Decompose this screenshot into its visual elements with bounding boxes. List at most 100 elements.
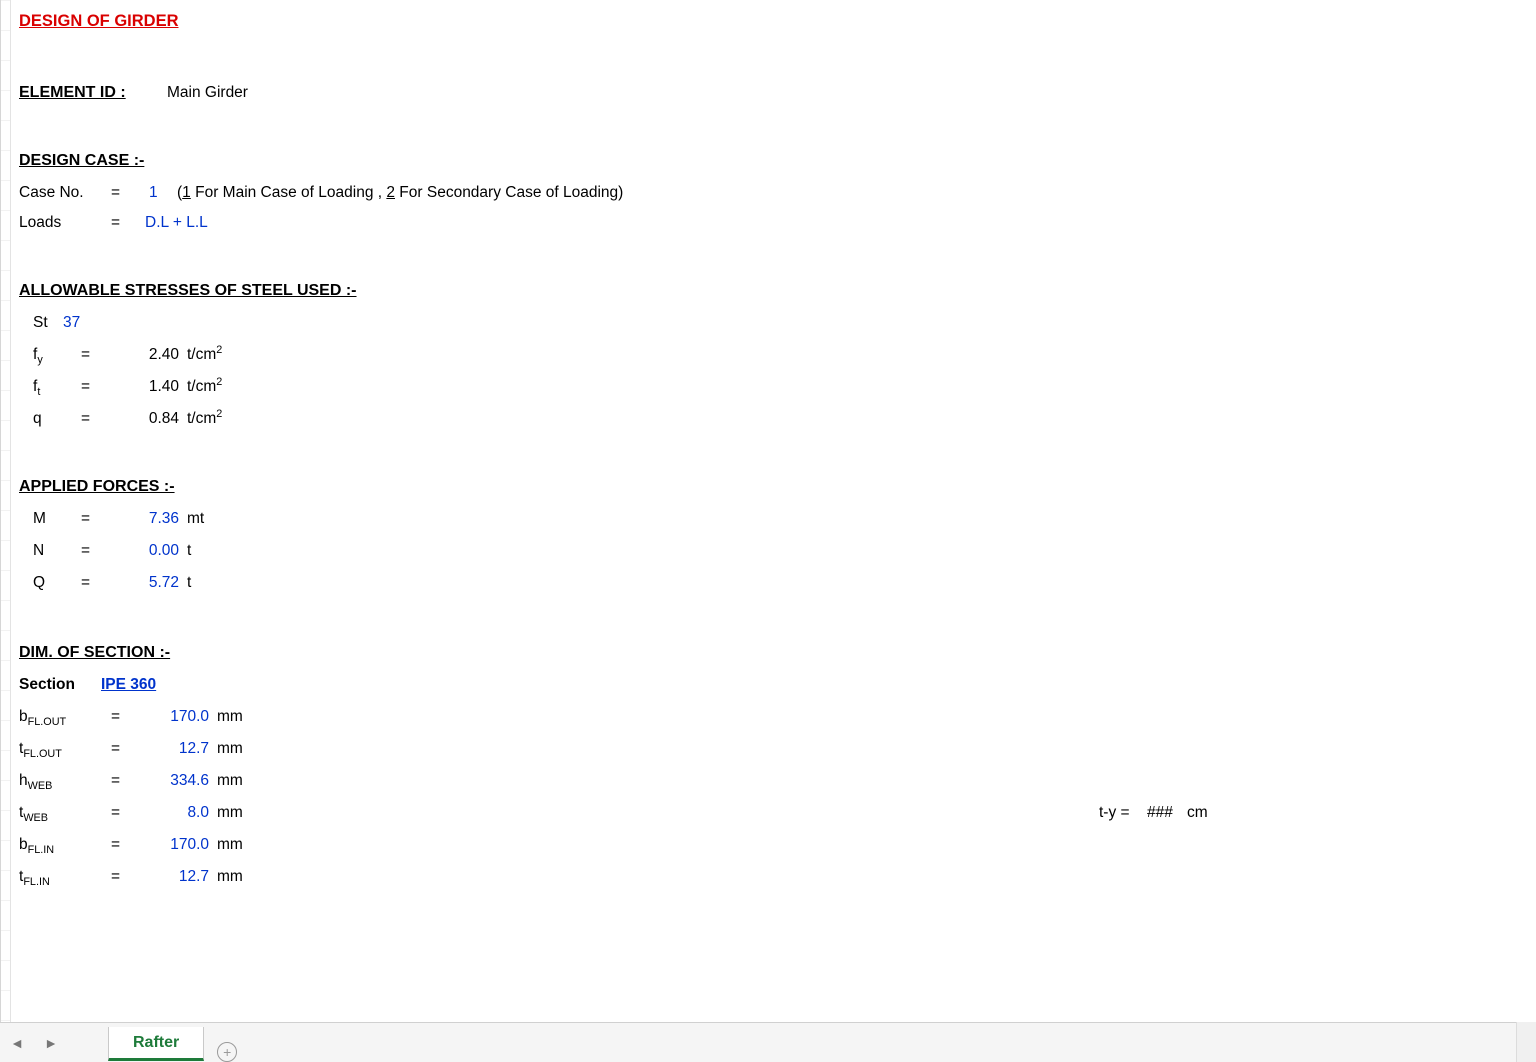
fy-val: 2.40 bbox=[129, 340, 179, 369]
ty-unit: cm bbox=[1187, 798, 1208, 827]
eq: = bbox=[111, 862, 120, 891]
eq: = bbox=[81, 404, 90, 433]
ft-sub: t bbox=[37, 386, 40, 398]
q-val: 0.84 bbox=[129, 404, 179, 433]
case-note-end: For Secondary Case of Loading) bbox=[395, 184, 623, 201]
lbl: b bbox=[19, 836, 28, 853]
h-web-sym: hWEB bbox=[19, 766, 52, 797]
q-unit-sup: 2 bbox=[216, 408, 222, 420]
element-id-value: Main Girder bbox=[167, 78, 248, 107]
M-sym: M bbox=[33, 504, 46, 533]
t-fl-in-unit: mm bbox=[217, 862, 243, 891]
lbl: h bbox=[19, 772, 28, 789]
section-label: Section bbox=[19, 670, 75, 699]
row-guides bbox=[1, 0, 11, 1022]
loads-label: Loads bbox=[19, 208, 61, 237]
ft-unit: t/cm2 bbox=[187, 372, 222, 402]
h-web-val: 334.6 bbox=[149, 766, 209, 795]
case-note-1: 1 bbox=[182, 184, 191, 201]
lbl: b bbox=[19, 708, 28, 725]
ty-label: t-y = bbox=[1099, 798, 1130, 827]
eq: = bbox=[111, 830, 120, 859]
sheet-content: DESIGN OF GIRDER ELEMENT ID : Main Girde… bbox=[19, 6, 1536, 1022]
Q-sym: Q bbox=[33, 568, 45, 597]
sub: FL.OUT bbox=[23, 748, 62, 760]
b-fl-out-sym: bFL.OUT bbox=[19, 702, 66, 733]
b-fl-in-val: 170.0 bbox=[149, 830, 209, 859]
sheet-tab-bar: ◄ ► Rafter + bbox=[0, 1022, 1536, 1062]
fy-unit: t/cm2 bbox=[187, 340, 222, 370]
loads-value: D.L + L.L bbox=[145, 208, 208, 237]
eq: = bbox=[111, 208, 120, 237]
eq: = bbox=[81, 536, 90, 565]
case-note: (1 For Main Case of Loading , 2 For Seco… bbox=[177, 178, 623, 207]
design-case-header: DESIGN CASE :- bbox=[19, 146, 144, 176]
tab-nav-prev-icon[interactable]: ◄ bbox=[0, 1023, 34, 1062]
st-label: St bbox=[33, 308, 48, 337]
case-note-mid: For Main Case of Loading , bbox=[191, 184, 387, 201]
t-fl-in-sym: tFL.IN bbox=[19, 862, 50, 893]
tabs-container: Rafter + bbox=[108, 1023, 244, 1062]
plus-icon: + bbox=[217, 1042, 237, 1062]
Q-unit: t bbox=[187, 568, 191, 597]
ty-val: ### bbox=[1147, 798, 1173, 827]
eq: = bbox=[111, 702, 120, 731]
case-no-label: Case No. bbox=[19, 178, 84, 207]
M-val: 7.36 bbox=[129, 504, 179, 533]
q-unit-pre: t/cm bbox=[187, 410, 216, 427]
sub: FL.OUT bbox=[28, 716, 67, 728]
forces-header: APPLIED FORCES :- bbox=[19, 472, 175, 502]
dim-header: DIM. OF SECTION :- bbox=[19, 638, 170, 668]
Q-val: 5.72 bbox=[129, 568, 179, 597]
sub: FL.IN bbox=[28, 844, 55, 856]
fy-sub: y bbox=[37, 354, 42, 366]
b-fl-out-val: 170.0 bbox=[149, 702, 209, 731]
t-fl-out-val: 12.7 bbox=[149, 734, 209, 763]
page-title: DESIGN OF GIRDER bbox=[19, 6, 179, 37]
eq: = bbox=[111, 734, 120, 763]
tab-rafter[interactable]: Rafter bbox=[108, 1027, 204, 1061]
t-fl-out-sym: tFL.OUT bbox=[19, 734, 62, 765]
section-value[interactable]: IPE 360 bbox=[101, 670, 156, 699]
sub: WEB bbox=[23, 812, 48, 824]
element-id-label: ELEMENT ID : bbox=[19, 78, 126, 108]
ft-unit-sup: 2 bbox=[216, 376, 222, 388]
b-fl-in-sym: bFL.IN bbox=[19, 830, 54, 861]
ft-sym: ft bbox=[33, 372, 40, 403]
t-fl-in-val: 12.7 bbox=[149, 862, 209, 891]
case-no-value: 1 bbox=[149, 178, 158, 207]
ft-val: 1.40 bbox=[129, 372, 179, 401]
add-sheet-button[interactable]: + bbox=[210, 1042, 244, 1062]
M-unit: mt bbox=[187, 504, 204, 533]
sub: FL.IN bbox=[23, 876, 50, 888]
q-unit: t/cm2 bbox=[187, 404, 222, 434]
st-value: 37 bbox=[63, 308, 80, 337]
sub: WEB bbox=[28, 780, 53, 792]
N-unit: t bbox=[187, 536, 191, 565]
b-fl-in-unit: mm bbox=[217, 830, 243, 859]
fy-unit-pre: t/cm bbox=[187, 346, 216, 363]
case-note-2: 2 bbox=[386, 184, 395, 201]
N-sym: N bbox=[33, 536, 44, 565]
t-fl-out-unit: mm bbox=[217, 734, 243, 763]
allow-header: ALLOWABLE STRESSES OF STEEL USED :- bbox=[19, 276, 357, 306]
eq: = bbox=[81, 372, 90, 401]
t-web-val: 8.0 bbox=[149, 798, 209, 827]
vertical-scroll-stub[interactable] bbox=[1516, 1022, 1536, 1062]
q-sym: q bbox=[33, 404, 42, 433]
ft-unit-pre: t/cm bbox=[187, 378, 216, 395]
t-web-sym: tWEB bbox=[19, 798, 48, 829]
tab-nav-next-icon[interactable]: ► bbox=[34, 1023, 68, 1062]
b-fl-out-unit: mm bbox=[217, 702, 243, 731]
eq: = bbox=[111, 798, 120, 827]
eq: = bbox=[81, 504, 90, 533]
t-web-unit: mm bbox=[217, 798, 243, 827]
eq: = bbox=[81, 340, 90, 369]
eq: = bbox=[111, 766, 120, 795]
eq: = bbox=[111, 178, 120, 207]
h-web-unit: mm bbox=[217, 766, 243, 795]
fy-sym: fy bbox=[33, 340, 43, 371]
eq: = bbox=[81, 568, 90, 597]
worksheet-area: DESIGN OF GIRDER ELEMENT ID : Main Girde… bbox=[0, 0, 1536, 1022]
N-val: 0.00 bbox=[129, 536, 179, 565]
